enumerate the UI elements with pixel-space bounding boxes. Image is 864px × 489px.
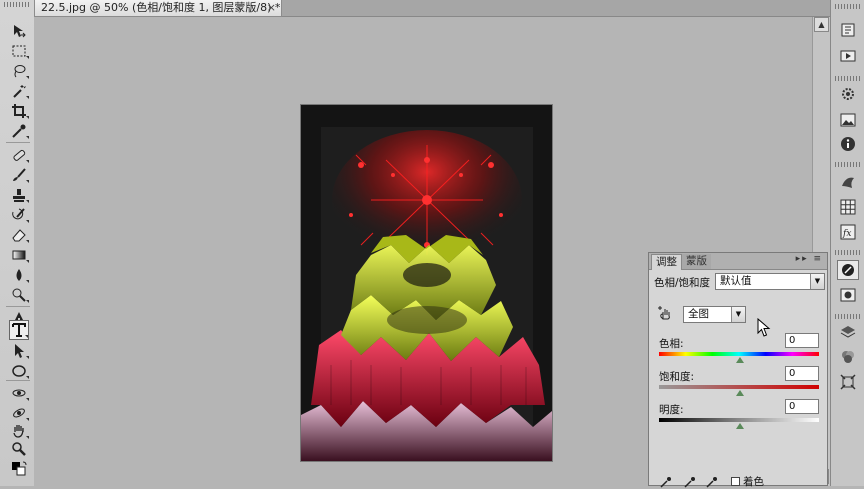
- chevron-down-icon[interactable]: ▼: [731, 307, 745, 322]
- zoom-icon[interactable]: [9, 440, 29, 458]
- targeted-adjustment-icon[interactable]: [657, 305, 673, 321]
- 3d-rotate-icon[interactable]: [9, 384, 29, 402]
- lightness-slider-track[interactable]: [659, 418, 819, 422]
- saturation-slider-track[interactable]: [659, 385, 819, 389]
- mouse-pointer-icon: [757, 318, 771, 337]
- history-icon[interactable]: [837, 20, 859, 40]
- blur-icon[interactable]: [9, 266, 29, 284]
- actions-icon[interactable]: [837, 46, 859, 66]
- preset-select[interactable]: 默认值 ▼: [715, 273, 825, 290]
- saturation-slider-handle[interactable]: [736, 390, 744, 396]
- panel-dock: fx: [830, 0, 864, 486]
- color-swatches-icon[interactable]: [9, 460, 29, 478]
- paths-icon[interactable]: [837, 285, 859, 305]
- navigator-icon[interactable]: [837, 110, 859, 130]
- layers-icon[interactable]: [837, 322, 859, 342]
- transform-icon[interactable]: [837, 372, 859, 392]
- channel-value: 全图: [688, 308, 709, 320]
- saturation-label: 饱和度:: [659, 371, 695, 383]
- scroll-up-icon[interactable]: ▲: [814, 17, 829, 32]
- colorize-label: 着色: [743, 476, 764, 488]
- hue-slider-handle[interactable]: [736, 357, 744, 363]
- hue-label: 色相:: [659, 338, 684, 350]
- lightness-label: 明度:: [659, 404, 684, 416]
- panel-menu-icon[interactable]: ▸▸ ≡: [796, 254, 823, 264]
- lightness-slider-handle[interactable]: [736, 423, 744, 429]
- magic-wand-icon[interactable]: [9, 82, 29, 100]
- dock-grip-2[interactable]: [835, 76, 861, 81]
- hand-icon[interactable]: [9, 422, 29, 440]
- toolbar-grip[interactable]: [4, 2, 30, 7]
- document-artwork[interactable]: [301, 105, 552, 461]
- dock-grip-5[interactable]: [835, 314, 861, 319]
- tab-masks[interactable]: 蒙版: [682, 254, 711, 269]
- clone-stamp-icon[interactable]: [9, 186, 29, 204]
- dock-grip[interactable]: [835, 4, 861, 9]
- panel-tab-bar: 调整 蒙版 ▸▸ ≡: [649, 253, 827, 270]
- brush-icon[interactable]: [9, 166, 29, 184]
- close-icon[interactable]: ×: [267, 0, 276, 16]
- svg-text:fx: fx: [842, 229, 851, 239]
- channel-select[interactable]: 全图 ▼: [683, 306, 746, 323]
- eraser-icon[interactable]: [9, 226, 29, 244]
- tab-adjustments[interactable]: 调整: [651, 254, 682, 270]
- marquee-icon[interactable]: [9, 42, 29, 60]
- gradient-icon[interactable]: [9, 246, 29, 264]
- document-title: 22.5.jpg @ 50% (色相/饱和度 1, 图层蒙版/8) *: [41, 1, 281, 14]
- type-icon[interactable]: [9, 320, 29, 340]
- history-brush-icon[interactable]: [9, 206, 29, 224]
- path-selection-icon[interactable]: [9, 342, 29, 360]
- document-tab[interactable]: 22.5.jpg @ 50% (色相/饱和度 1, 图层蒙版/8) * ×: [34, 0, 282, 17]
- adjustments-icon[interactable]: [837, 84, 859, 104]
- adjustments-panel: 调整 蒙版 ▸▸ ≡ 色相/饱和度 默认值 ▼ 全图 ▼ 色相: 0 饱和度: …: [648, 252, 828, 488]
- tools-panel: [0, 0, 35, 486]
- layers-fx-icon[interactable]: fx: [837, 222, 859, 242]
- styles-icon[interactable]: [837, 172, 859, 192]
- info-icon[interactable]: [837, 134, 859, 154]
- dock-grip-4[interactable]: [835, 250, 861, 255]
- channels-icon[interactable]: [837, 347, 859, 367]
- hue-slider-track[interactable]: [659, 352, 819, 356]
- move-icon[interactable]: [9, 22, 29, 40]
- saturation-input[interactable]: 0: [785, 366, 819, 381]
- dodge-icon[interactable]: [9, 286, 29, 304]
- crop-icon[interactable]: [9, 102, 29, 120]
- tab-strip: [282, 0, 830, 17]
- 3d-orbit-icon[interactable]: [9, 404, 29, 422]
- hue-input[interactable]: 0: [785, 333, 819, 348]
- dock-grip-3[interactable]: [835, 162, 861, 167]
- chevron-down-icon[interactable]: ▼: [810, 274, 824, 289]
- lasso-icon[interactable]: [9, 62, 29, 80]
- masks-icon[interactable]: [837, 260, 859, 280]
- shape-icon[interactable]: [9, 362, 29, 380]
- adjustment-name: 色相/饱和度: [654, 277, 711, 289]
- preset-value: 默认值: [720, 275, 752, 287]
- colorize-checkbox[interactable]: [731, 477, 740, 486]
- lightness-input[interactable]: 0: [785, 399, 819, 414]
- healing-brush-icon[interactable]: [9, 146, 29, 164]
- eyedropper-icon[interactable]: [9, 122, 29, 140]
- swatches-icon[interactable]: [837, 197, 859, 217]
